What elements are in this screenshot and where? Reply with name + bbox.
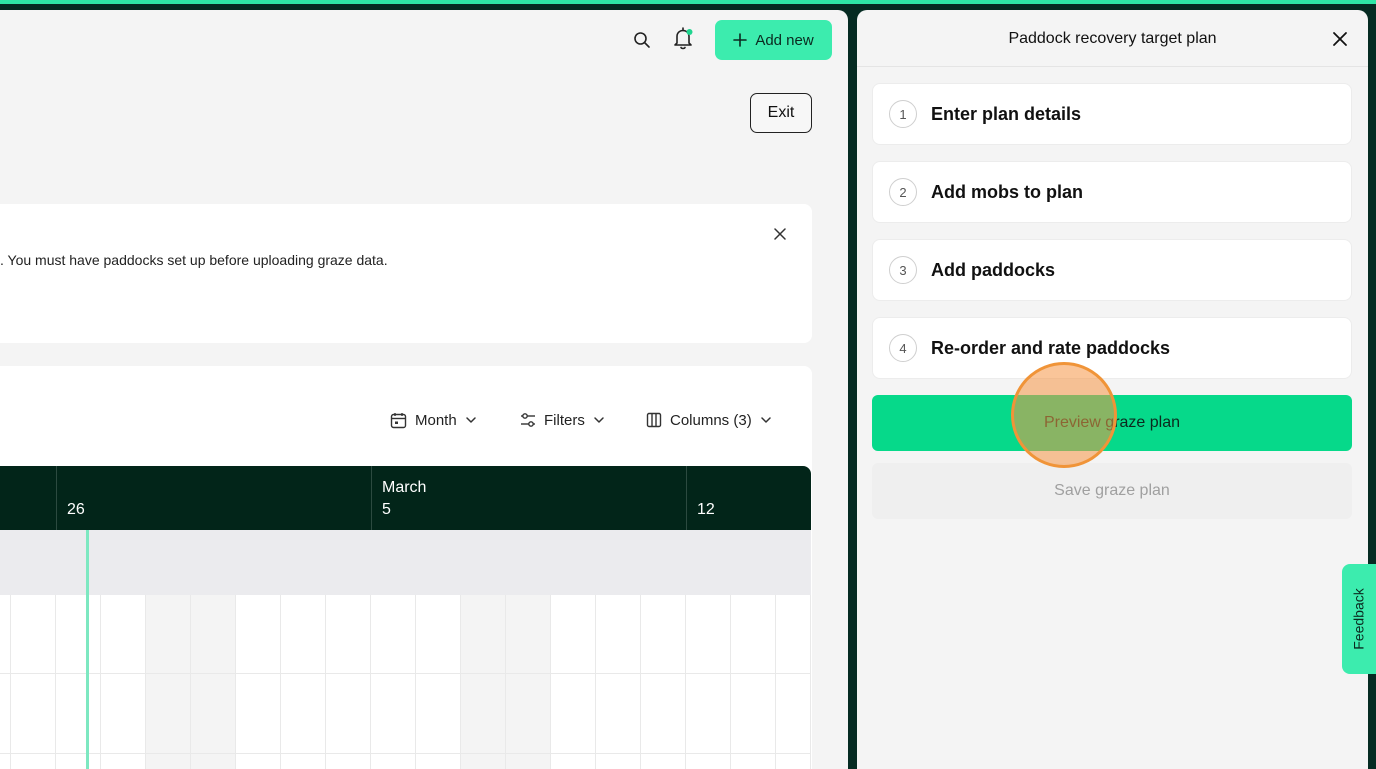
search-button[interactable] [629, 27, 655, 53]
bell-icon [674, 27, 693, 50]
calendar-day-cell [416, 595, 461, 769]
step-reorder-rate-paddocks[interactable]: 4 Re-order and rate paddocks [872, 317, 1352, 379]
top-accent-stripe [0, 0, 1376, 4]
add-new-button[interactable]: Add new [715, 20, 832, 60]
week-day-label: 5 [382, 501, 391, 518]
step-number: 1 [889, 100, 917, 128]
calendar-icon [390, 412, 407, 428]
chevron-down-icon [594, 417, 604, 423]
close-icon [774, 228, 786, 240]
chevron-down-icon [760, 417, 771, 423]
calendar-day-cell [461, 595, 506, 769]
filter-sliders-icon [521, 413, 535, 427]
notice-close-button[interactable] [768, 222, 792, 246]
panel-title: Paddock recovery target plan [1008, 30, 1217, 47]
view-month-label: Month [415, 411, 457, 429]
calendar-summary-row [0, 530, 811, 595]
notifications-button[interactable] [670, 26, 696, 52]
calendar-header: 26 March 5 12 [0, 466, 811, 530]
calendar-day-cell [686, 595, 731, 769]
columns-label: Columns (3) [670, 411, 752, 429]
filters-dropdown[interactable]: Filters [520, 410, 605, 430]
week-day-label: 12 [697, 501, 715, 518]
calendar-day-cell [731, 595, 776, 769]
step-label: Re-order and rate paddocks [931, 337, 1171, 358]
calendar-day-cell [146, 595, 191, 769]
step-label: Add paddocks [931, 259, 1056, 280]
calendar-day-cell [191, 595, 236, 769]
main-panel: Add new Exit . You must have paddocks se… [0, 10, 848, 769]
step-number: 3 [889, 256, 917, 284]
filters-label: Filters [544, 411, 585, 429]
step-number: 2 [889, 178, 917, 206]
grid-row-line [0, 673, 811, 674]
columns-dropdown[interactable]: Columns (3) [646, 410, 772, 430]
view-month-dropdown[interactable]: Month [390, 410, 477, 430]
search-icon [634, 32, 650, 48]
week-separator [371, 466, 372, 530]
calendar-day-cell [0, 595, 11, 769]
calendar-grid [0, 595, 811, 769]
step-add-paddocks[interactable]: 3 Add paddocks [872, 239, 1352, 301]
feedback-tab[interactable]: Feedback [1342, 564, 1376, 674]
calendar-day-cell [641, 595, 686, 769]
calendar-day-cell [776, 595, 811, 769]
step-label: Enter plan details [931, 103, 1082, 124]
week-separator [686, 466, 687, 530]
calendar-day-cell [371, 595, 416, 769]
step-add-mobs[interactable]: 2 Add mobs to plan [872, 161, 1352, 223]
panel-close-button[interactable] [1328, 27, 1352, 51]
plan-side-panel: Paddock recovery target plan 1 Enter pla… [857, 10, 1368, 769]
step-enter-plan-details[interactable]: 1 Enter plan details [872, 83, 1352, 145]
month-label: March [382, 479, 427, 496]
notice-banner: . You must have paddocks set up before u… [0, 204, 812, 343]
panel-divider [857, 66, 1368, 67]
chevron-down-icon [465, 417, 476, 423]
close-icon [1333, 32, 1347, 46]
step-number: 4 [889, 334, 917, 362]
add-new-label: Add new [755, 31, 814, 49]
preview-graze-plan-button[interactable]: Preview graze plan [872, 395, 1352, 451]
today-marker [86, 530, 89, 769]
calendar-day-cell [506, 595, 551, 769]
step-label: Add mobs to plan [931, 181, 1083, 202]
exit-button[interactable]: Exit [750, 93, 812, 133]
calendar-card: Month Filters Columns (3) 26 March 5 12 [0, 366, 812, 769]
save-graze-plan-button[interactable]: Save graze plan [872, 463, 1352, 519]
week-separator [56, 466, 57, 530]
calendar-day-cell [11, 595, 56, 769]
calendar-day-cell [326, 595, 371, 769]
calendar-day-cell [281, 595, 326, 769]
calendar-day-cell [56, 595, 101, 769]
columns-icon [646, 412, 662, 428]
grid-row-line [0, 753, 811, 754]
calendar-day-cell [101, 595, 146, 769]
week-day-label: 26 [67, 501, 85, 518]
calendar-day-cell [596, 595, 641, 769]
calendar-day-cell [236, 595, 281, 769]
calendar-day-cell [551, 595, 596, 769]
notice-text: . You must have paddocks set up before u… [0, 252, 388, 268]
feedback-label: Feedback [1351, 588, 1368, 650]
plus-icon [733, 33, 748, 47]
